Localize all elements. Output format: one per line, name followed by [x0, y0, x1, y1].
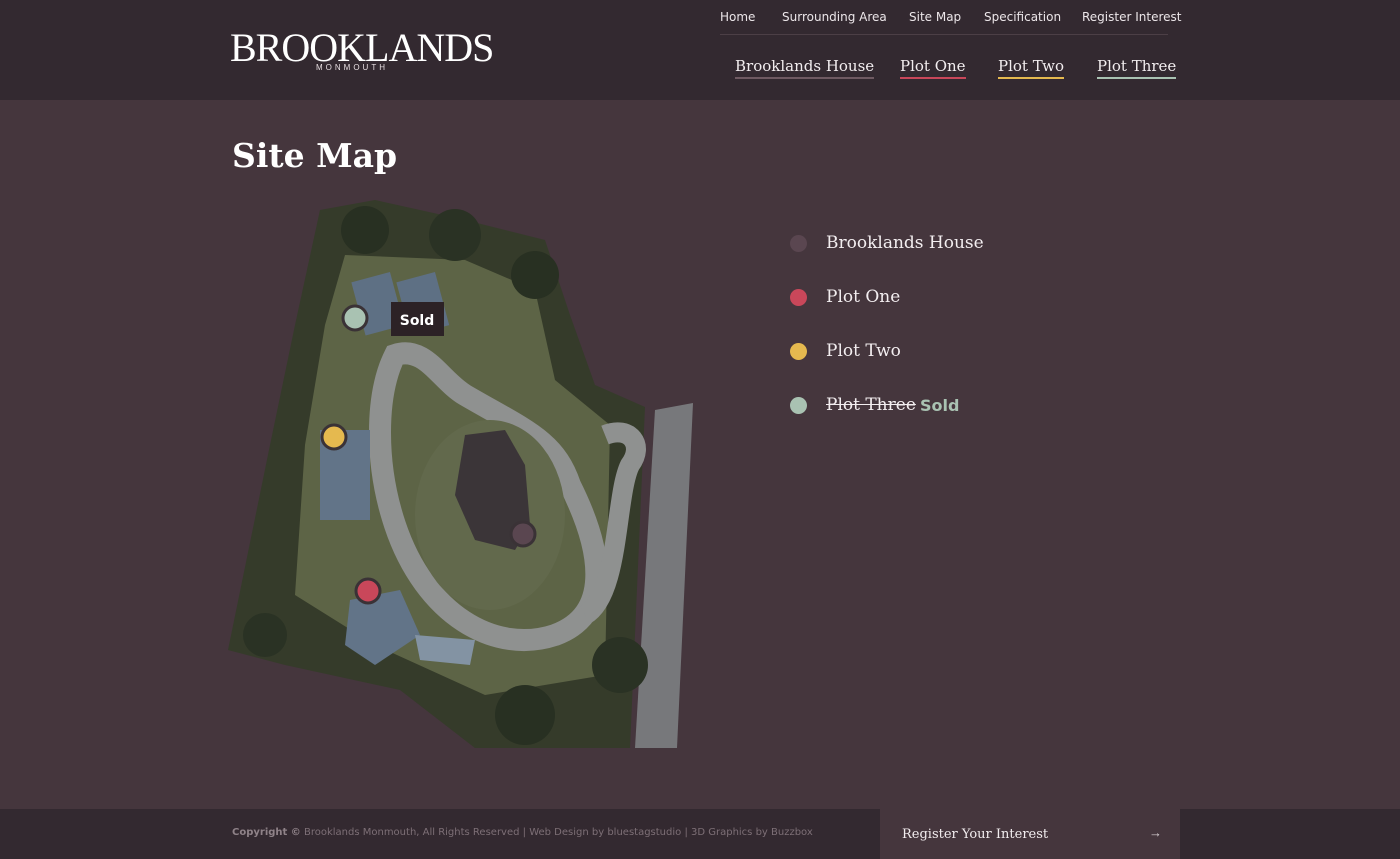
nav-plot-one[interactable]: Plot One — [900, 57, 966, 79]
plot-two-marker[interactable] — [320, 423, 348, 451]
nav-site-map-link[interactable]: Site Map — [909, 10, 961, 24]
top-nav: Home Surrounding Area Site Map Specifica… — [720, 8, 1181, 35]
brooklands-house-marker[interactable] — [509, 520, 537, 548]
logo-subtitle: MONMOUTH — [316, 63, 388, 72]
plot-three-marker[interactable] — [341, 304, 369, 332]
copyright-label: Copyright © — [232, 827, 301, 838]
nav-brooklands-house[interactable]: Brooklands House — [735, 57, 875, 79]
brooklands-logo[interactable]: BROOKLANDS MONMOUTH — [230, 26, 494, 76]
copyright-credits: Brooklands Monmouth, All Rights Reserved… — [300, 827, 813, 838]
register-interest-label: Register Your Interest — [902, 827, 1049, 842]
nav-surrounding-area-link[interactable]: Surrounding Area — [782, 10, 887, 24]
register-interest-button[interactable]: Register Your Interest → — [880, 809, 1180, 859]
legend-label: Brooklands House — [826, 233, 984, 253]
nav-register-interest-link[interactable]: Register Interest — [1082, 10, 1181, 24]
nav-specification-link[interactable]: Specification — [984, 10, 1061, 24]
legend-label: Plot One — [826, 287, 901, 307]
plot-two-dot-icon — [790, 343, 807, 360]
nav-home-link[interactable]: Home — [720, 10, 755, 24]
arrow-right-icon: → — [1149, 825, 1162, 840]
page-title: Site Map — [232, 136, 398, 175]
nav-plot-three[interactable]: Plot Three — [1097, 57, 1177, 79]
brooklands-house-dot-icon — [790, 235, 807, 252]
sold-tag-label: Sold — [400, 313, 435, 329]
site-footer: Copyright © Brooklands Monmouth, All Rig… — [0, 809, 1400, 859]
nav-plot-two[interactable]: Plot Two — [998, 57, 1065, 79]
site-map-image: Sold — [228, 200, 693, 748]
legend-label: Plot Three — [826, 395, 916, 415]
copyright-text: Copyright © Brooklands Monmouth, All Rig… — [232, 827, 813, 838]
legend-item-brooklands-house[interactable]: Brooklands House — [790, 232, 1150, 262]
legend-item-plot-two[interactable]: Plot Two — [790, 340, 1150, 370]
site-header: BROOKLANDS MONMOUTH Home Surrounding Are… — [0, 0, 1400, 100]
plot-three-dot-icon — [790, 397, 807, 414]
legend-label: Plot Two — [826, 341, 901, 361]
tree — [341, 206, 389, 254]
plot-one-dot-icon — [790, 289, 807, 306]
tree — [592, 637, 648, 693]
plot-one-marker[interactable] — [354, 577, 382, 605]
tree — [495, 685, 555, 745]
tree — [429, 209, 481, 261]
legend-item-plot-three[interactable]: Plot Three Sold — [790, 394, 1150, 424]
tree — [243, 613, 287, 657]
legend-item-plot-one[interactable]: Plot One — [790, 286, 1150, 316]
tree — [511, 251, 559, 299]
sold-badge: Sold — [920, 396, 960, 415]
